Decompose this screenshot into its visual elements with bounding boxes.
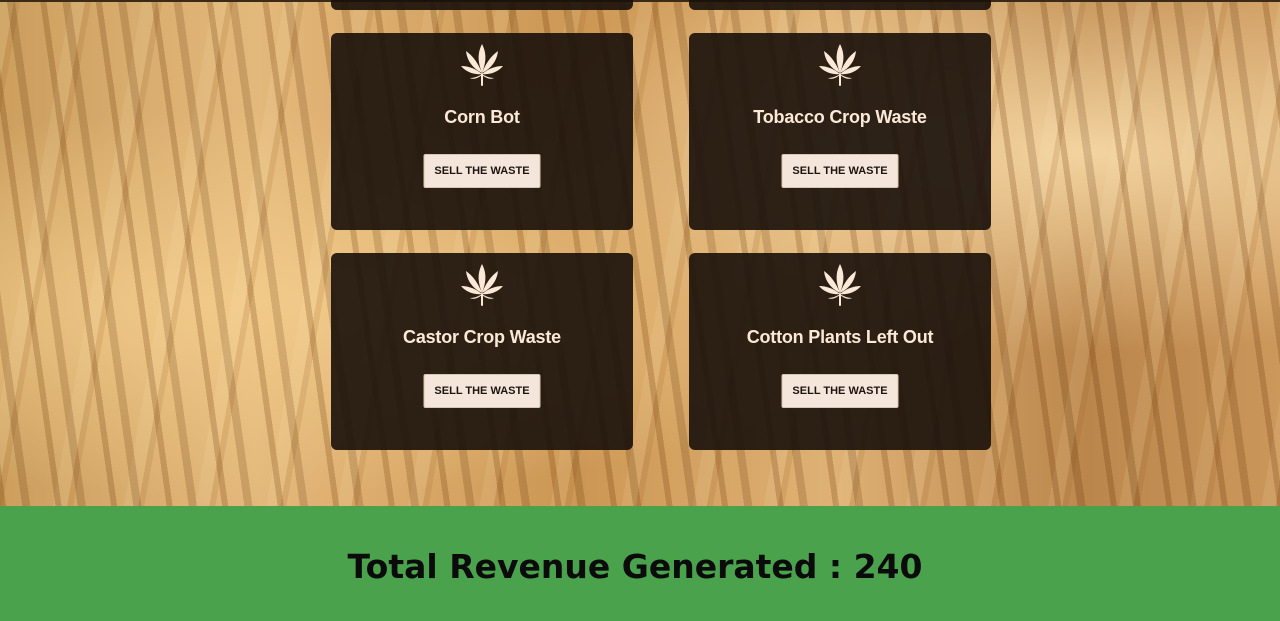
- total-revenue-text: Total Revenue Generated : 240: [347, 547, 923, 586]
- cannabis-leaf-icon: [460, 43, 504, 87]
- partial-card-top-left: [331, 0, 633, 10]
- wheat-field-background: Corn Bot SELL THE WASTE Tobacco Crop Was…: [0, 0, 1280, 506]
- card-title: Castor Crop Waste: [403, 327, 561, 347]
- waste-card-cotton-plants-left-out: Cotton Plants Left Out SELL THE WASTE: [689, 253, 991, 450]
- partial-card-top-right: [689, 0, 991, 10]
- card-title: Tobacco Crop Waste: [753, 107, 927, 127]
- cannabis-leaf-icon: [818, 263, 862, 307]
- sell-the-waste-button[interactable]: SELL THE WASTE: [423, 154, 541, 188]
- waste-card-tobacco-crop-waste: Tobacco Crop Waste SELL THE WASTE: [689, 33, 991, 230]
- cannabis-leaf-icon: [818, 43, 862, 87]
- cannabis-leaf-icon: [460, 263, 504, 307]
- waste-card-corn-bot: Corn Bot SELL THE WASTE: [331, 33, 633, 230]
- sell-the-waste-button[interactable]: SELL THE WASTE: [781, 154, 899, 188]
- sell-the-waste-button[interactable]: SELL THE WASTE: [423, 374, 541, 408]
- sell-the-waste-button[interactable]: SELL THE WASTE: [781, 374, 899, 408]
- top-border: [0, 0, 1280, 2]
- card-title: Corn Bot: [444, 107, 520, 127]
- revenue-footer: Total Revenue Generated : 240: [0, 506, 1280, 621]
- waste-card-castor-crop-waste: Castor Crop Waste SELL THE WASTE: [331, 253, 633, 450]
- card-title: Cotton Plants Left Out: [746, 327, 934, 347]
